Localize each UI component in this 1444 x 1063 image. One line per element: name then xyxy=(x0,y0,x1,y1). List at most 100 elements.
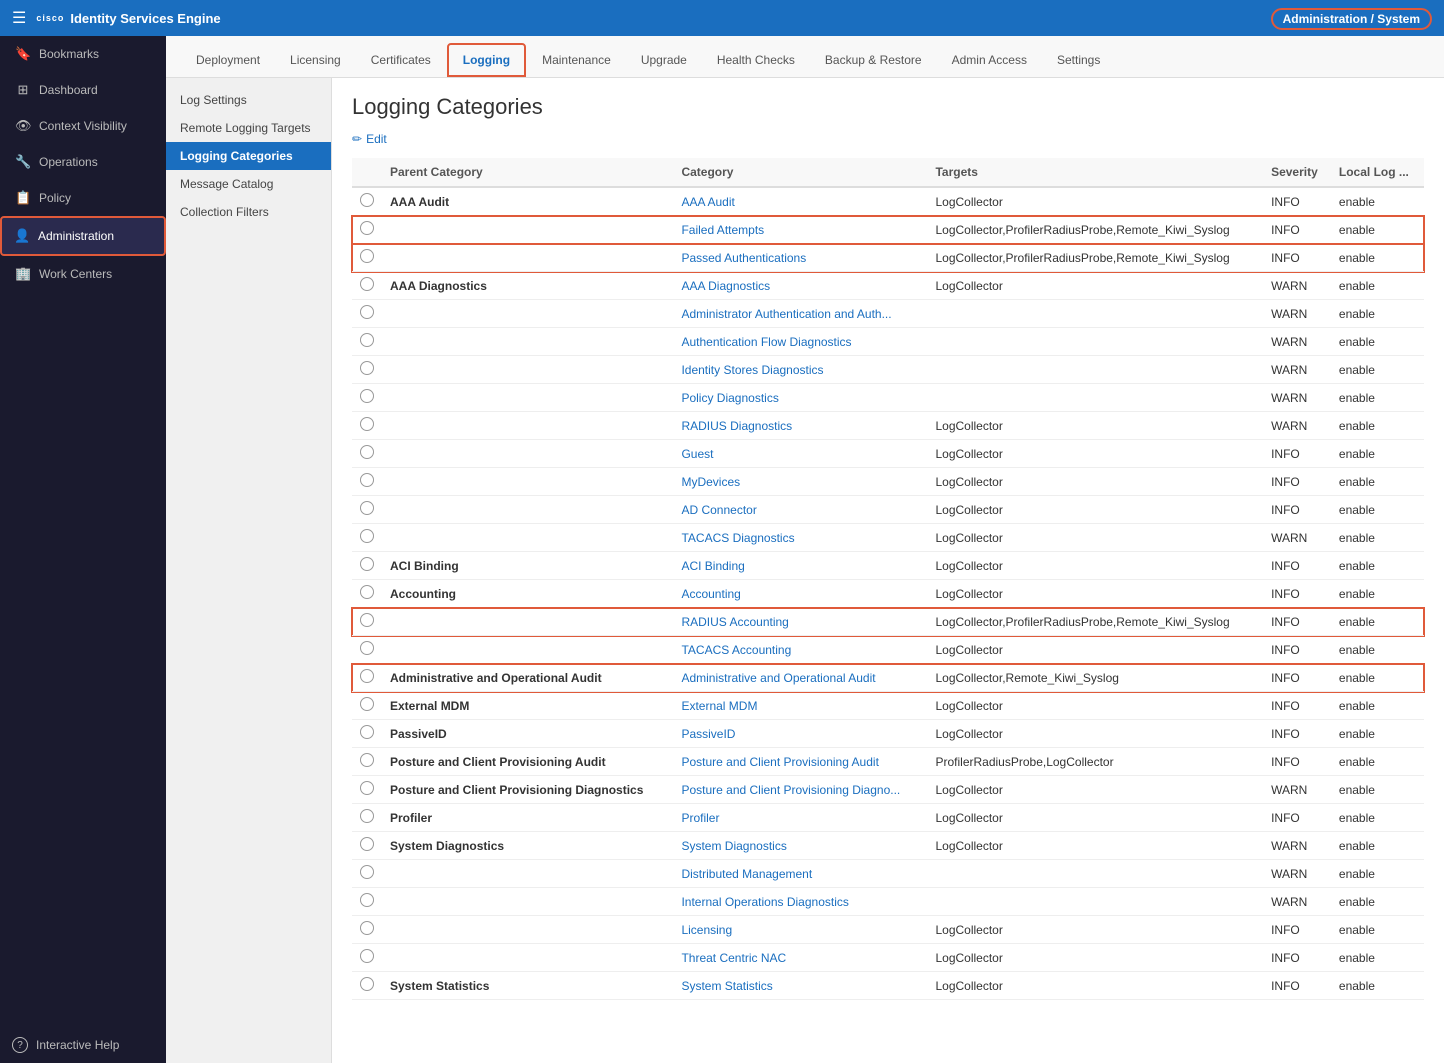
table-row: Threat Centric NACLogCollectorINFOenable xyxy=(352,944,1424,972)
row-radio[interactable] xyxy=(360,557,374,571)
cell-parent xyxy=(382,944,673,972)
row-radio[interactable] xyxy=(360,977,374,991)
sidebar-item-work-centers[interactable]: 🏢 Work Centers xyxy=(0,256,166,292)
cell-severity: INFO xyxy=(1263,440,1331,468)
row-radio[interactable] xyxy=(360,613,374,627)
sidebar-item-context-visibility[interactable]: 👁 Context Visibility xyxy=(0,108,166,144)
pencil-icon: ✏ xyxy=(352,132,362,146)
tab-maintenance[interactable]: Maintenance xyxy=(528,45,625,77)
cell-category[interactable]: Internal Operations Diagnostics xyxy=(673,888,927,916)
sub-item-message-catalog[interactable]: Message Catalog xyxy=(166,170,331,198)
cell-severity: WARN xyxy=(1263,860,1331,888)
cell-category[interactable]: Authentication Flow Diagnostics xyxy=(673,328,927,356)
tab-logging[interactable]: Logging xyxy=(447,43,526,77)
row-radio[interactable] xyxy=(360,809,374,823)
sub-item-remote-logging[interactable]: Remote Logging Targets xyxy=(166,114,331,142)
row-radio[interactable] xyxy=(360,417,374,431)
cell-category[interactable]: Posture and Client Provisioning Audit xyxy=(673,748,927,776)
row-radio[interactable] xyxy=(360,781,374,795)
row-radio[interactable] xyxy=(360,305,374,319)
cell-category[interactable]: Passed Authentications xyxy=(673,244,927,272)
sidebar-item-administration[interactable]: 👤 Administration xyxy=(0,216,166,256)
cell-severity: INFO xyxy=(1263,468,1331,496)
sub-item-logging-categories[interactable]: Logging Categories xyxy=(166,142,331,170)
cell-category[interactable]: System Statistics xyxy=(673,972,927,1000)
row-radio[interactable] xyxy=(360,193,374,207)
sidebar-label-work-centers: Work Centers xyxy=(39,267,112,281)
tab-upgrade[interactable]: Upgrade xyxy=(627,45,701,77)
row-radio[interactable] xyxy=(360,333,374,347)
sidebar-item-policy[interactable]: 📋 Policy xyxy=(0,180,166,216)
sidebar-label-policy: Policy xyxy=(39,191,71,205)
tab-licensing[interactable]: Licensing xyxy=(276,45,355,77)
sub-item-collection-filters[interactable]: Collection Filters xyxy=(166,198,331,226)
cell-category[interactable]: Distributed Management xyxy=(673,860,927,888)
cell-category[interactable]: AAA Diagnostics xyxy=(673,272,927,300)
cell-category[interactable]: Administrative and Operational Audit xyxy=(673,664,927,692)
cell-parent: AAA Diagnostics xyxy=(382,272,673,300)
cell-category[interactable]: RADIUS Accounting xyxy=(673,608,927,636)
row-radio[interactable] xyxy=(360,865,374,879)
row-radio[interactable] xyxy=(360,949,374,963)
sub-item-log-settings[interactable]: Log Settings xyxy=(166,86,331,114)
tab-settings[interactable]: Settings xyxy=(1043,45,1114,77)
cell-category[interactable]: Profiler xyxy=(673,804,927,832)
cell-category[interactable]: Accounting xyxy=(673,580,927,608)
cell-category[interactable]: Identity Stores Diagnostics xyxy=(673,356,927,384)
tab-health-checks[interactable]: Health Checks xyxy=(703,45,809,77)
tab-admin-access[interactable]: Admin Access xyxy=(938,45,1041,77)
row-radio[interactable] xyxy=(360,445,374,459)
tab-deployment[interactable]: Deployment xyxy=(182,45,274,77)
cell-severity: WARN xyxy=(1263,384,1331,412)
row-radio[interactable] xyxy=(360,529,374,543)
row-radio[interactable] xyxy=(360,389,374,403)
cell-severity: WARN xyxy=(1263,888,1331,916)
cell-category[interactable]: MyDevices xyxy=(673,468,927,496)
row-radio[interactable] xyxy=(360,585,374,599)
row-radio[interactable] xyxy=(360,893,374,907)
row-radio[interactable] xyxy=(360,473,374,487)
tab-certificates[interactable]: Certificates xyxy=(357,45,445,77)
cell-category[interactable]: Guest xyxy=(673,440,927,468)
cell-category[interactable]: Policy Diagnostics xyxy=(673,384,927,412)
row-radio[interactable] xyxy=(360,361,374,375)
content-area: Log Settings Remote Logging Targets Logg… xyxy=(166,78,1444,1063)
row-radio[interactable] xyxy=(360,669,374,683)
row-radio[interactable] xyxy=(360,753,374,767)
cell-category[interactable]: Licensing xyxy=(673,916,927,944)
cell-targets xyxy=(927,300,1263,328)
cell-severity: WARN xyxy=(1263,356,1331,384)
cell-category[interactable]: PassiveID xyxy=(673,720,927,748)
cell-category[interactable]: Posture and Client Provisioning Diagno..… xyxy=(673,776,927,804)
row-radio[interactable] xyxy=(360,221,374,235)
table-row: Administrative and Operational AuditAdmi… xyxy=(352,664,1424,692)
cell-category[interactable]: Administrator Authentication and Auth... xyxy=(673,300,927,328)
cell-category[interactable]: AD Connector xyxy=(673,496,927,524)
table-row: MyDevicesLogCollectorINFOenable xyxy=(352,468,1424,496)
row-radio[interactable] xyxy=(360,501,374,515)
sidebar-item-dashboard[interactable]: ⊞ Dashboard xyxy=(0,72,166,108)
cell-category[interactable]: RADIUS Diagnostics xyxy=(673,412,927,440)
cell-category[interactable]: External MDM xyxy=(673,692,927,720)
cell-category[interactable]: Threat Centric NAC xyxy=(673,944,927,972)
row-radio[interactable] xyxy=(360,921,374,935)
cell-severity: INFO xyxy=(1263,944,1331,972)
row-radio[interactable] xyxy=(360,697,374,711)
cell-category[interactable]: System Diagnostics xyxy=(673,832,927,860)
row-radio[interactable] xyxy=(360,837,374,851)
row-radio[interactable] xyxy=(360,641,374,655)
hamburger-icon[interactable]: ☰ xyxy=(12,8,26,28)
edit-button[interactable]: ✏ Edit xyxy=(352,132,1424,146)
cell-category[interactable]: AAA Audit xyxy=(673,187,927,216)
interactive-help[interactable]: ? Interactive Help xyxy=(0,1027,166,1063)
cell-category[interactable]: Failed Attempts xyxy=(673,216,927,244)
row-radio[interactable] xyxy=(360,249,374,263)
cell-category[interactable]: TACACS Accounting xyxy=(673,636,927,664)
row-radio[interactable] xyxy=(360,725,374,739)
tab-backup-restore[interactable]: Backup & Restore xyxy=(811,45,936,77)
row-radio[interactable] xyxy=(360,277,374,291)
cell-category[interactable]: ACI Binding xyxy=(673,552,927,580)
cell-category[interactable]: TACACS Diagnostics xyxy=(673,524,927,552)
sidebar-item-bookmarks[interactable]: 🔖 Bookmarks xyxy=(0,36,166,72)
sidebar-item-operations[interactable]: 🔧 Operations xyxy=(0,144,166,180)
